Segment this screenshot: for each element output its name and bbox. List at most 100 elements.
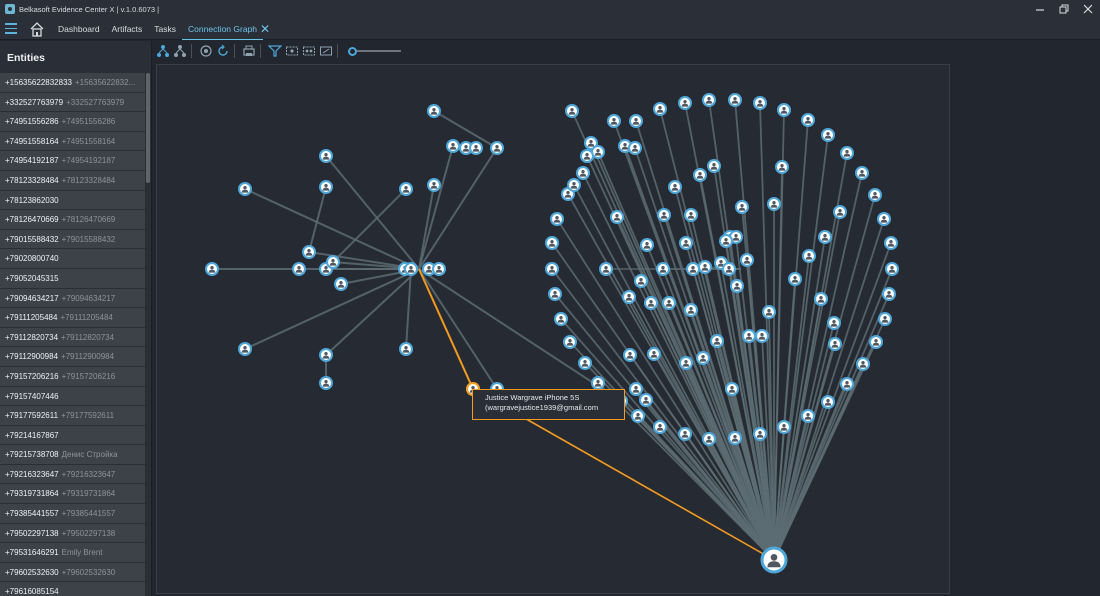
graph-node[interactable] xyxy=(728,93,742,107)
graph-node[interactable] xyxy=(548,287,562,301)
graph-node[interactable] xyxy=(302,245,316,259)
graph-node[interactable] xyxy=(719,234,733,248)
graph-node[interactable] xyxy=(742,329,756,343)
graph-node[interactable] xyxy=(326,255,340,269)
graph-node[interactable] xyxy=(684,303,698,317)
entity-row[interactable]: +74951556286 +74951556286 xyxy=(0,112,145,132)
filter-icon[interactable] xyxy=(268,44,282,58)
graph-node[interactable] xyxy=(622,290,636,304)
graph-node[interactable] xyxy=(623,348,637,362)
graph-node[interactable] xyxy=(656,262,670,276)
select-icon[interactable] xyxy=(285,44,299,58)
graph-node[interactable] xyxy=(399,342,413,356)
entity-row[interactable]: +79214167867 xyxy=(0,425,145,446)
graph-node[interactable] xyxy=(702,93,716,107)
connection-graph-canvas[interactable] xyxy=(156,64,950,594)
graph-node[interactable] xyxy=(821,128,835,142)
entity-row[interactable]: +79177592611 +79177592611 xyxy=(0,406,145,426)
graph-node[interactable] xyxy=(679,236,693,250)
graph-node[interactable] xyxy=(827,316,841,330)
graph-node[interactable] xyxy=(607,114,621,128)
graph-node[interactable] xyxy=(869,335,883,349)
graph-node[interactable] xyxy=(657,208,671,222)
graph-node[interactable] xyxy=(653,102,667,116)
graph-node[interactable] xyxy=(432,262,446,276)
graph-node[interactable] xyxy=(740,253,754,267)
close-icon[interactable] xyxy=(1074,0,1100,18)
graph-node[interactable] xyxy=(686,262,700,276)
entity-row[interactable]: +79385441557 +79385441557 xyxy=(0,504,145,524)
graph-node[interactable] xyxy=(662,296,676,310)
graph-node[interactable] xyxy=(578,356,592,370)
graph-node[interactable] xyxy=(878,312,892,326)
graph-node[interactable] xyxy=(856,357,870,371)
graph-node[interactable] xyxy=(565,104,579,118)
entity-row[interactable]: +79112820734 +79112820734 xyxy=(0,327,145,348)
graph-node[interactable] xyxy=(696,351,710,365)
graph-node[interactable] xyxy=(693,168,707,182)
graph-node[interactable] xyxy=(753,427,767,441)
graph-node[interactable] xyxy=(238,182,252,196)
graph-node[interactable] xyxy=(702,432,716,446)
entity-row[interactable]: +78126470669 +78126470669 xyxy=(0,210,145,230)
graph-node[interactable] xyxy=(684,208,698,222)
graph-node[interactable] xyxy=(753,96,767,110)
print-icon[interactable] xyxy=(242,44,256,58)
graph-node[interactable] xyxy=(634,274,648,288)
graph-node[interactable] xyxy=(427,104,441,118)
graph-node[interactable] xyxy=(777,103,791,117)
graph-node[interactable] xyxy=(490,141,504,155)
graph-node[interactable] xyxy=(292,262,306,276)
graph-node[interactable] xyxy=(629,114,643,128)
graph-node[interactable] xyxy=(788,272,802,286)
graph-node[interactable] xyxy=(567,178,581,192)
graph-node[interactable] xyxy=(631,409,645,423)
graph-node[interactable] xyxy=(728,431,742,445)
entity-row[interactable]: +79020800740 xyxy=(0,249,145,269)
hamburger-menu-icon[interactable] xyxy=(0,18,22,40)
entity-row[interactable]: +79602532630 +79602532630 xyxy=(0,562,145,583)
entity-row[interactable]: +79094634217 +79094634217 xyxy=(0,288,145,309)
graph-node[interactable] xyxy=(580,149,594,163)
graph-node[interactable] xyxy=(319,376,333,390)
graph-node[interactable] xyxy=(755,329,769,343)
entity-row[interactable]: +79112900984 +79112900984 xyxy=(0,347,145,367)
graph-node[interactable] xyxy=(855,166,869,180)
central-device-node[interactable] xyxy=(760,546,788,574)
graph-node[interactable] xyxy=(599,262,613,276)
entity-row[interactable]: +78123862030 xyxy=(0,190,145,211)
graph-node[interactable] xyxy=(698,260,712,274)
graph-node[interactable] xyxy=(554,312,568,326)
graph-node[interactable] xyxy=(710,334,724,348)
graph-node[interactable] xyxy=(722,262,736,276)
graph-node[interactable] xyxy=(821,395,835,409)
graph-node[interactable] xyxy=(563,335,577,349)
graph-node[interactable] xyxy=(647,347,661,361)
entity-row[interactable]: +15635622832833 +15635622832... xyxy=(0,73,145,93)
graph-node[interactable] xyxy=(205,262,219,276)
tab-connection-graph[interactable]: Connection Graph xyxy=(182,18,264,40)
graph-node[interactable] xyxy=(576,166,590,180)
graph-node[interactable] xyxy=(591,376,605,390)
graph-node[interactable] xyxy=(668,180,682,194)
graph-node[interactable] xyxy=(238,342,252,356)
entity-row[interactable]: +79015588432 +79015588432 xyxy=(0,229,145,250)
zoom-slider-knob[interactable] xyxy=(348,46,357,56)
graph-node[interactable] xyxy=(404,262,418,276)
entity-row[interactable]: +79502297138 +79502297138 xyxy=(0,523,145,544)
graph-node[interactable] xyxy=(801,113,815,127)
graph-node[interactable] xyxy=(801,409,815,423)
graph-node[interactable] xyxy=(639,393,653,407)
graph-node[interactable] xyxy=(610,210,624,224)
entity-row[interactable]: +79216323647 +79216323647 xyxy=(0,464,145,485)
graph-node[interactable] xyxy=(767,197,781,211)
graph-node[interactable] xyxy=(882,287,896,301)
zoom-slider[interactable] xyxy=(348,46,401,56)
graph-node[interactable] xyxy=(628,141,642,155)
entity-row[interactable]: +79052045315 xyxy=(0,268,145,289)
tab-close-icon[interactable]: ✕ xyxy=(260,18,270,40)
graph-node[interactable] xyxy=(833,205,847,219)
graph-node[interactable] xyxy=(885,262,899,276)
graph-node[interactable] xyxy=(818,230,832,244)
entity-row[interactable]: +79215738708 Денис Стройка xyxy=(0,445,145,465)
